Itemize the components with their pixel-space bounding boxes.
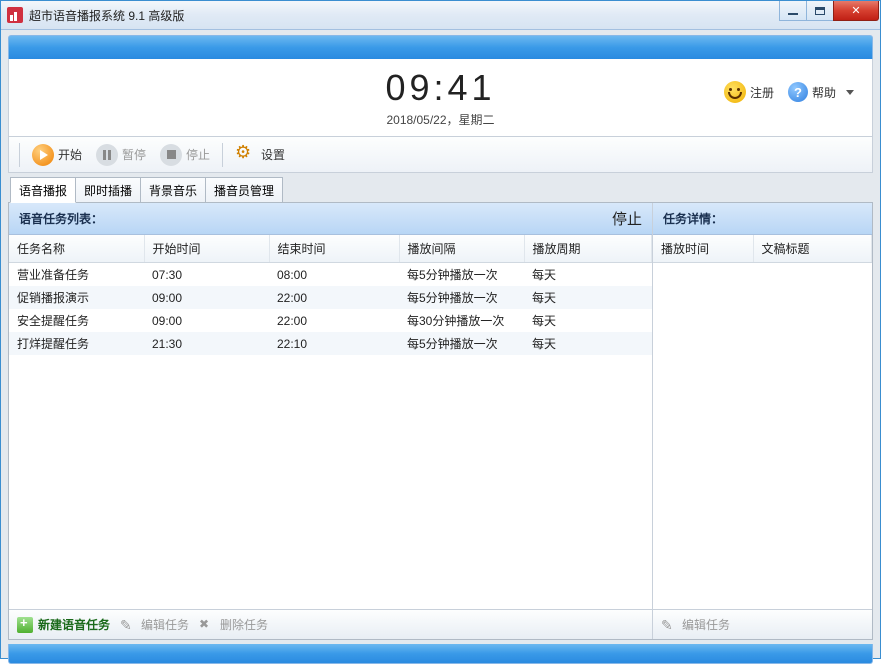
col-interval[interactable]: 播放间隔: [399, 235, 524, 263]
edit-task-button[interactable]: 编辑任务: [120, 616, 189, 633]
table-row[interactable]: 促销播报演示09:0022:00每5分钟播放一次每天: [9, 286, 652, 309]
edit-task-label: 编辑任务: [141, 616, 189, 633]
col-play-time[interactable]: 播放时间: [653, 235, 753, 263]
tab-bg-music[interactable]: 背景音乐: [140, 177, 206, 202]
col-task-name[interactable]: 任务名称: [9, 235, 144, 263]
help-label: 帮助: [812, 84, 836, 101]
chevron-down-icon: [846, 90, 854, 95]
client-area: 09:41 2018/05/22，星期二 注册 ? 帮助 开始: [1, 30, 880, 658]
tab-announcer-mgmt[interactable]: 播音员管理: [205, 177, 283, 202]
delete-task-button[interactable]: 删除任务: [199, 616, 268, 633]
task-detail-title: 任务详情：: [663, 210, 723, 227]
pause-label: 暂停: [122, 146, 146, 163]
task-detail-pane: 任务详情： 播放时间 文稿标题 编辑任务: [653, 203, 872, 639]
task-list-title: 语音任务列表：: [19, 210, 103, 227]
edit-icon: [120, 617, 136, 633]
minimize-button[interactable]: [779, 1, 807, 21]
tab-bar: 语音播报 即时插播 背景音乐 播音员管理: [8, 177, 873, 203]
delete-task-label: 删除任务: [220, 616, 268, 633]
new-task-label: 新建语音任务: [38, 616, 110, 633]
delete-icon: [199, 617, 215, 633]
col-doc-title[interactable]: 文稿标题: [753, 235, 872, 263]
help-icon: ?: [788, 82, 808, 102]
task-list-status: 停止: [612, 208, 642, 229]
stop-button[interactable]: 停止: [154, 141, 216, 169]
task-list-pane: 语音任务列表： 停止 任务名称 开始时间 结束时间 播放间隔 播放周期 营业准备…: [9, 203, 653, 639]
clock-time: 09:41: [385, 67, 495, 109]
col-end-time[interactable]: 结束时间: [269, 235, 399, 263]
table-row[interactable]: 营业准备任务07:3008:00每5分钟播放一次每天: [9, 263, 652, 287]
window-title: 超市语音播报系统 9.1 高级版: [29, 7, 780, 24]
settings-button[interactable]: 设置: [229, 141, 291, 169]
app-window: 超市语音播报系统 9.1 高级版 09:41 2018/05/22，星期二 注册…: [0, 0, 881, 659]
detail-table: 播放时间 文稿标题: [653, 235, 872, 263]
task-detail-header: 任务详情：: [653, 203, 872, 235]
gear-icon: [235, 144, 257, 166]
maximize-button[interactable]: [806, 1, 834, 21]
start-label: 开始: [58, 146, 82, 163]
register-label: 注册: [750, 84, 774, 101]
table-row[interactable]: 安全提醒任务09:0022:00每30分钟播放一次每天: [9, 309, 652, 332]
top-banner: [8, 35, 873, 59]
clock-date: 2018/05/22，星期二: [21, 111, 860, 128]
table-row[interactable]: 打烊提醒任务21:3022:10每5分钟播放一次每天: [9, 332, 652, 355]
play-icon: [32, 144, 54, 166]
main-toolbar: 开始 暂停 停止 设置: [8, 137, 873, 173]
col-start-time[interactable]: 开始时间: [144, 235, 269, 263]
settings-label: 设置: [261, 146, 285, 163]
stop-label: 停止: [186, 146, 210, 163]
task-table: 任务名称 开始时间 结束时间 播放间隔 播放周期 营业准备任务07:3008:0…: [9, 235, 652, 355]
edit-icon: [661, 617, 677, 633]
smile-icon: [724, 81, 746, 103]
header-right: 注册 ? 帮助: [724, 81, 854, 103]
col-cycle[interactable]: 播放周期: [524, 235, 652, 263]
tab-voice-broadcast[interactable]: 语音播报: [10, 177, 76, 203]
pause-button[interactable]: 暂停: [90, 141, 152, 169]
help-button[interactable]: ? 帮助: [788, 82, 854, 102]
pause-icon: [96, 144, 118, 166]
task-table-wrap[interactable]: 任务名称 开始时间 结束时间 播放间隔 播放周期 营业准备任务07:3008:0…: [9, 235, 652, 609]
close-button[interactable]: [833, 1, 879, 21]
register-button[interactable]: 注册: [724, 81, 774, 103]
detail-edit-button[interactable]: 编辑任务: [661, 616, 730, 633]
plus-icon: [17, 617, 33, 633]
detail-footer: 编辑任务: [653, 609, 872, 639]
bottom-banner: [8, 644, 873, 664]
tab-instant-insert[interactable]: 即时插播: [75, 177, 141, 202]
stop-icon: [160, 144, 182, 166]
detail-table-wrap[interactable]: 播放时间 文稿标题: [653, 235, 872, 609]
clock-panel: 09:41 2018/05/22，星期二 注册 ? 帮助: [8, 59, 873, 137]
content-split: 语音任务列表： 停止 任务名称 开始时间 结束时间 播放间隔 播放周期 营业准备…: [8, 203, 873, 640]
window-controls: [780, 1, 879, 21]
detail-edit-label: 编辑任务: [682, 616, 730, 633]
start-button[interactable]: 开始: [26, 141, 88, 169]
title-bar: 超市语音播报系统 9.1 高级版: [1, 1, 880, 30]
task-list-header: 语音任务列表： 停止: [9, 203, 652, 235]
new-task-button[interactable]: 新建语音任务: [17, 616, 110, 633]
app-icon: [7, 7, 23, 23]
task-footer: 新建语音任务 编辑任务 删除任务: [9, 609, 652, 639]
